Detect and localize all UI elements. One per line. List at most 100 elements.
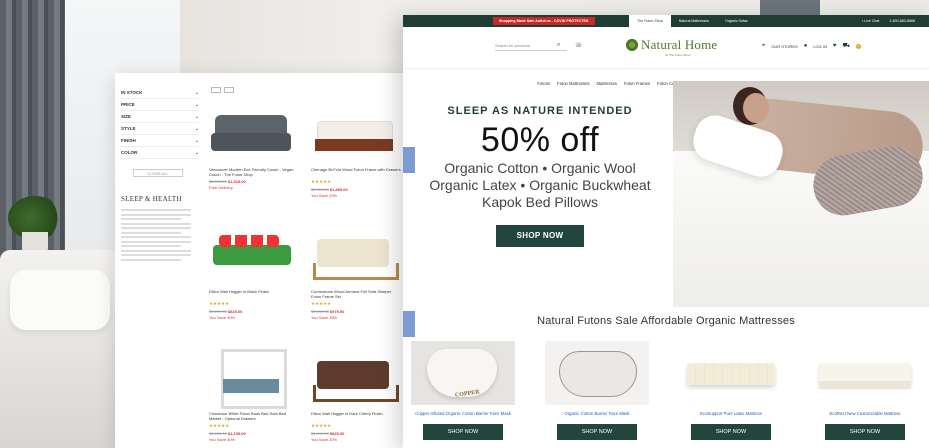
view-toggle <box>211 87 234 93</box>
filter-price[interactable]: PRICE ⌄ <box>121 99 199 111</box>
product-name[interactable]: Dillon Wall Hugger in Dark Cherry Finish <box>311 411 401 421</box>
product-name[interactable]: Copper Infused Organic Cotton Barrier Fa… <box>411 411 515 416</box>
filter-finish[interactable]: FINISH ⌄ <box>121 135 199 147</box>
product-name[interactable]: Cinnamon White Futon Bunk Bed Sofa Bed M… <box>209 411 299 421</box>
product-price: $1,199.00 $825.00 <box>209 309 299 314</box>
product-name[interactable]: EcoSupport Pure Latex Mattress <box>679 411 783 416</box>
product-name[interactable]: Cornerstone Wood Armrest Full Sofa Sleep… <box>311 289 401 299</box>
rating-stars: ★★★★★ <box>209 301 230 306</box>
featured-product[interactable]: Copper Infused Organic Cotton Barrier Fa… <box>411 341 515 440</box>
filter-label: STYLE <box>121 126 136 131</box>
product-card[interactable]: Dillon Wall Hugger in Dark Cherry Finish… <box>311 347 401 448</box>
search-icon[interactable]: ⌕ <box>557 42 560 49</box>
product-price: $1,499.00 $975.00 <box>311 309 401 314</box>
shop-now-button[interactable]: SHOP NOW <box>423 424 503 440</box>
login-link[interactable]: LOG IN <box>813 44 827 49</box>
list-view-icon[interactable] <box>224 87 234 93</box>
our-stores-link[interactable]: OUR STORES <box>771 44 797 49</box>
savings: You Save 20% <box>311 193 338 198</box>
product-name[interactable]: Vancouver Modern Eco Friendly Couch - Ve… <box>209 167 299 177</box>
header: Search for products ⌕ ☏ Natural Home by … <box>403 27 929 69</box>
chevron-down-icon: ⌄ <box>194 89 199 96</box>
sale-price: $825.00 <box>227 309 243 314</box>
product-price: $1,199.00 $825.00 <box>311 431 401 436</box>
product-card[interactable]: Dillon Wall Hugger in Black Finish ★★★★★… <box>209 225 299 337</box>
person-head <box>743 93 769 123</box>
promo-banner[interactable]: Shopping Made Safe Antivirus - COVID PRO… <box>493 17 595 25</box>
tab-natural-mattresses[interactable]: Natural Mattresses <box>671 15 717 27</box>
phone-icon[interactable]: ☏ <box>575 42 583 49</box>
featured-product[interactable]: EcoSupport Pure Latex Mattress SHOP NOW <box>679 341 783 440</box>
product-name[interactable]: EcoRest New Customizable Mattress <box>813 411 917 416</box>
product-image[interactable] <box>813 341 917 405</box>
side-tab-reviews[interactable] <box>403 147 415 173</box>
shop-now-button[interactable]: SHOP NOW <box>691 424 771 440</box>
old-price: $1,199.00 <box>209 309 227 314</box>
sidebar-title: SLEEP & HEALTH <box>121 195 182 203</box>
product-image[interactable] <box>209 225 293 285</box>
old-price: $1,499.00 <box>311 309 329 314</box>
hero-kicker: SLEEP AS NATURE INTENDED <box>447 105 633 117</box>
location-pin-icon[interactable]: ⌖ <box>762 43 765 50</box>
section-title: Natural Futons Sale Affordable Organic M… <box>537 315 795 327</box>
featured-product[interactable]: Organic Cotton Barrier Face Mask SHOP NO… <box>545 341 649 440</box>
filter-size[interactable]: SIZE ⌄ <box>121 111 199 123</box>
product-image[interactable] <box>679 341 783 405</box>
grid-view-icon[interactable] <box>211 87 221 93</box>
filter-color[interactable]: COLOR ⌄ <box>121 147 199 159</box>
savings: You Save 35% <box>311 315 338 320</box>
product-image[interactable] <box>209 103 293 163</box>
product-card[interactable]: Cinnamon White Futon Bunk Bed Sofa Bed M… <box>209 347 299 448</box>
product-image[interactable] <box>311 225 399 285</box>
user-icon[interactable]: ● <box>804 43 808 49</box>
home-page: Shopping Made Safe Antivirus - COVID PRO… <box>403 15 929 448</box>
shop-now-button[interactable]: SHOP NOW <box>557 424 637 440</box>
product-name[interactable]: Dillon Wall Hugger in Black Finish <box>209 289 299 299</box>
tab-futon-shop[interactable]: The Futon Shop <box>629 15 671 27</box>
logo-text: Natural Home <box>641 37 718 52</box>
hero-headline: 50% off <box>480 121 600 159</box>
product-name[interactable]: Organic Cotton Barrier Face Mask <box>545 411 649 416</box>
chevron-down-icon: ⌄ <box>194 113 199 120</box>
product-price: $2,099.00 $1,519.00 <box>209 179 299 184</box>
sale-price: $975.00 <box>329 309 345 314</box>
live-chat-link[interactable]: ▪ Live Chat <box>862 15 879 27</box>
product-image[interactable] <box>209 347 293 409</box>
clear-filters-button[interactable]: CLEAR ALL <box>133 169 183 177</box>
filter-style[interactable]: STYLE ⌄ <box>121 123 199 135</box>
sale-price: $1,199.00 <box>227 431 246 436</box>
filter-label: SIZE <box>121 114 132 119</box>
product-image[interactable] <box>411 341 515 405</box>
product-price: $1,999.00 $1,199.00 <box>209 431 299 436</box>
sale-price: $1,809.00 <box>329 187 348 192</box>
top-links: ▪ Live Chat 1-800-883-8866 <box>862 15 915 27</box>
rating-stars: ★★★★★ <box>311 179 332 184</box>
hero-banner: SLEEP AS NATURE INTENDED 50% off Organic… <box>403 81 929 307</box>
product-image[interactable] <box>311 103 395 163</box>
live-chat-label: Live Chat <box>864 19 880 23</box>
shop-now-button[interactable]: SHOP NOW <box>825 424 905 440</box>
product-card[interactable]: Cornerstone Wood Armrest Full Sofa Sleep… <box>311 225 401 337</box>
filter-in-stock[interactable]: IN STOCK ⌄ <box>121 87 199 99</box>
hero-line-3: Kapok Bed Pillows <box>482 194 598 210</box>
cart-icon[interactable]: ⛟ <box>842 42 850 50</box>
sidebar-text <box>121 209 199 261</box>
site-logo[interactable]: Natural Home <box>625 37 717 53</box>
chevron-down-icon: ⌄ <box>194 149 199 156</box>
featured-product[interactable]: EcoRest New Customizable Mattress SHOP N… <box>813 341 917 440</box>
old-price: $2,099.00 <box>209 179 227 184</box>
product-image[interactable] <box>311 347 399 407</box>
product-card[interactable]: Vancouver Modern Eco Friendly Couch - Ve… <box>209 103 299 215</box>
hero-text: SLEEP AS NATURE INTENDED 50% off Organic… <box>413 105 667 247</box>
phone-number[interactable]: 1-800-883-8866 <box>889 15 915 27</box>
filter-label: COLOR <box>121 150 138 155</box>
hero-shop-now-button[interactable]: SHOP NOW <box>496 225 584 247</box>
product-image[interactable] <box>545 341 649 405</box>
heart-icon[interactable]: ♥ <box>833 43 837 49</box>
product-card[interactable]: Chenago Bi-Fold Wood Futon Frame with Dr… <box>311 103 401 215</box>
chevron-down-icon: ⌄ <box>194 137 199 144</box>
savings: You Save 30% <box>209 315 236 320</box>
product-price: $2,319.00 $1,809.00 <box>311 187 401 192</box>
product-name[interactable]: Chenago Bi-Fold Wood Futon Frame with Dr… <box>311 167 401 177</box>
tab-organic-sofas[interactable]: Organic Sofas <box>717 15 756 27</box>
